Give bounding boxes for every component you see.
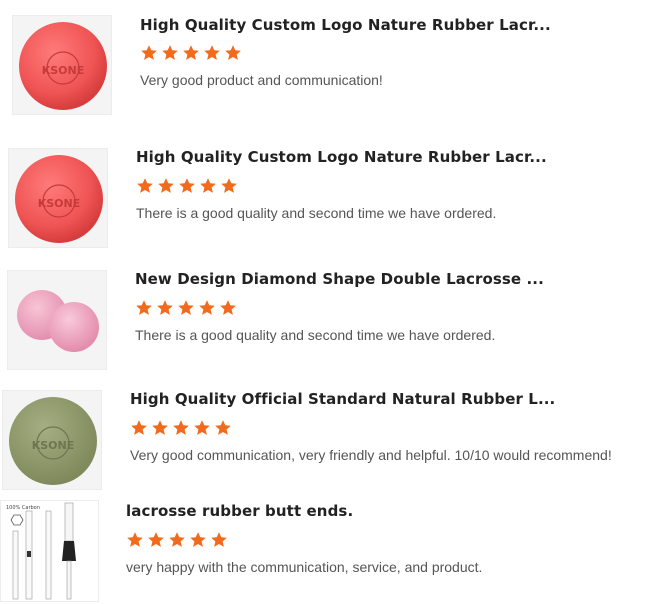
green-lacrosse-ball-image: KSONE (9, 397, 97, 485)
star-icon (178, 300, 194, 315)
star-icon (152, 420, 168, 435)
rating-stars (140, 44, 242, 62)
review-comment: There is a good quality and second time … (136, 205, 497, 221)
rating-stars (135, 299, 237, 317)
star-icon (162, 45, 178, 60)
star-icon (173, 420, 189, 435)
rating-stars (130, 419, 232, 437)
star-icon (220, 300, 236, 315)
ball-logo-text: KSONE (32, 439, 75, 452)
red-lacrosse-ball-image: KSONE (19, 22, 107, 110)
lacrosse-shaft-butt-ends-image: 100% Carbon (6, 502, 76, 600)
star-icon (190, 532, 206, 547)
star-icon (148, 532, 164, 547)
ball-logo-text: KSONE (38, 197, 81, 210)
product-title-link[interactable]: High Quality Official Standard Natural R… (130, 390, 555, 408)
product-thumbnail[interactable]: 100% Carbon (0, 500, 99, 602)
star-icon (131, 420, 147, 435)
product-thumbnail[interactable] (7, 270, 107, 370)
star-icon (158, 178, 174, 193)
star-icon (136, 300, 152, 315)
star-icon (183, 45, 199, 60)
product-thumbnail[interactable]: KSONE (2, 390, 102, 490)
product-thumbnail[interactable]: KSONE (12, 15, 112, 115)
star-icon (137, 178, 153, 193)
rating-stars (136, 177, 238, 195)
image-label-text: 100% Carbon (6, 505, 40, 511)
rating-stars (126, 531, 228, 549)
product-title-link[interactable]: lacrosse rubber butt ends. (126, 502, 353, 520)
star-icon (157, 300, 173, 315)
review-comment: Very good communication, very friendly a… (130, 447, 612, 463)
star-icon (194, 420, 210, 435)
star-icon (221, 178, 237, 193)
product-title-link[interactable]: New Design Diamond Shape Double Lacrosse… (135, 270, 544, 288)
red-lacrosse-ball-image: KSONE (15, 155, 103, 243)
star-icon (127, 532, 143, 547)
product-title-link[interactable]: High Quality Custom Logo Nature Rubber L… (136, 148, 547, 166)
ball-logo-text: KSONE (42, 64, 85, 77)
review-comment: Very good product and communication! (140, 72, 383, 88)
star-icon (204, 45, 220, 60)
review-comment: very happy with the communication, servi… (126, 559, 483, 575)
product-title-link[interactable]: High Quality Custom Logo Nature Rubber L… (140, 16, 551, 34)
star-icon (199, 300, 215, 315)
pink-double-ball-image (17, 290, 99, 352)
star-icon (211, 532, 227, 547)
star-icon (169, 532, 185, 547)
star-icon (179, 178, 195, 193)
product-thumbnail[interactable]: KSONE (8, 148, 108, 248)
star-icon (215, 420, 231, 435)
star-icon (141, 45, 157, 60)
review-comment: There is a good quality and second time … (135, 327, 496, 343)
star-icon (225, 45, 241, 60)
star-icon (200, 178, 216, 193)
